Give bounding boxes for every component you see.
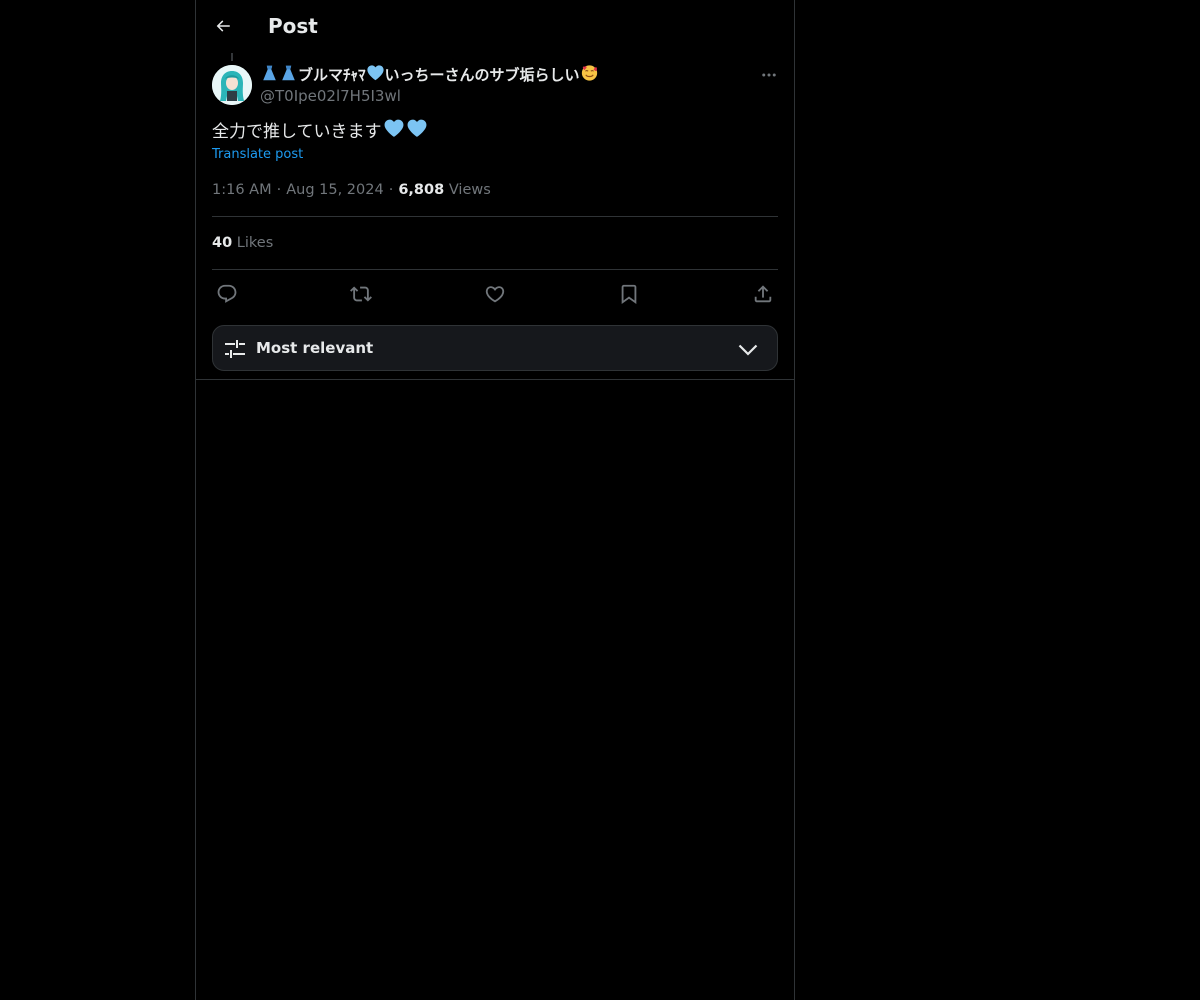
arrow-left-icon bbox=[214, 17, 232, 35]
back-button[interactable] bbox=[208, 11, 238, 41]
likes-link[interactable]: 40 Likes bbox=[212, 233, 273, 253]
more-horizontal-icon bbox=[760, 66, 778, 84]
share-icon bbox=[752, 283, 774, 305]
post-date[interactable]: Aug 15, 2024 bbox=[286, 182, 384, 198]
share-button[interactable] bbox=[749, 280, 777, 308]
views-count: 6,808 bbox=[398, 182, 445, 198]
repost-icon bbox=[350, 283, 372, 305]
avatar-image bbox=[212, 65, 252, 105]
post-time[interactable]: 1:16 AM bbox=[212, 182, 272, 198]
page-title: Post bbox=[268, 14, 318, 38]
reply-sort-dropdown[interactable]: Most relevant bbox=[212, 325, 778, 371]
display-name-part: ブルマﾁｬﾏ bbox=[298, 66, 366, 84]
blue-heart-icon bbox=[383, 118, 405, 139]
divider bbox=[212, 216, 778, 217]
display-name-part: いっちーさんのサブ垢らしい bbox=[384, 66, 580, 84]
translate-post-link[interactable]: Translate post bbox=[212, 146, 303, 164]
bookmark-icon bbox=[618, 283, 640, 305]
post-text-content: 全力で推していきます bbox=[212, 122, 382, 142]
post-meta: 1:16 AM · Aug 15, 2024 · 6,808 Views bbox=[212, 180, 491, 200]
reply-button[interactable] bbox=[213, 280, 241, 308]
smiling-face-with-hearts-icon bbox=[580, 64, 599, 82]
separator-dot: · bbox=[276, 182, 282, 198]
avatar[interactable] bbox=[212, 65, 252, 105]
likes-label: Likes bbox=[236, 235, 274, 251]
sliders-icon bbox=[223, 337, 247, 361]
thread-connector bbox=[231, 53, 233, 61]
dress-icon bbox=[279, 64, 298, 82]
repost-button[interactable] bbox=[347, 280, 375, 308]
views-label: Views bbox=[448, 182, 491, 198]
chevron-down-icon bbox=[736, 337, 760, 361]
heart-icon bbox=[484, 283, 506, 305]
bookmark-button[interactable] bbox=[615, 280, 643, 308]
blue-heart-icon bbox=[406, 118, 428, 139]
separator-dot: · bbox=[388, 182, 394, 198]
author-handle[interactable]: @T0Ipe02l7H5I3wl bbox=[260, 86, 401, 106]
like-button[interactable] bbox=[481, 280, 509, 308]
author-display-name[interactable]: ブルマﾁｬﾏ いっちーさんのサブ垢らしい bbox=[260, 64, 599, 85]
sort-label: Most relevant bbox=[256, 339, 374, 357]
top-bar: Post bbox=[196, 0, 794, 53]
divider bbox=[212, 269, 778, 270]
blue-heart-icon bbox=[366, 64, 385, 82]
more-options-button[interactable] bbox=[754, 64, 784, 86]
likes-count: 40 bbox=[212, 235, 233, 251]
reply-icon bbox=[216, 283, 238, 305]
post-text: 全力で推していきます bbox=[212, 118, 428, 145]
main-column: Post ブルマﾁｬﾏ いっちーさんのサブ垢らしい @T0Ipe02l7H5I3… bbox=[195, 0, 795, 1000]
dress-icon bbox=[260, 64, 279, 82]
divider bbox=[196, 379, 794, 380]
